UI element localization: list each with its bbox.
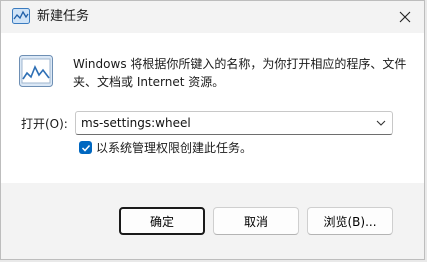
open-combobox[interactable] [75, 111, 393, 135]
new-task-dialog: 新建任务 Windows 将根据你所键入的名称，为你打开相应的程序、文件夹、文档… [0, 0, 425, 260]
ok-button[interactable]: 确定 [119, 207, 205, 235]
admin-checkbox[interactable] [79, 141, 92, 154]
dialog-description: Windows 将根据你所键入的名称，为你打开相应的程序、文件夹、文档或 Int… [73, 57, 407, 89]
dialog-content: Windows 将根据你所键入的名称，为你打开相应的程序、文件夹、文档或 Int… [1, 33, 424, 183]
run-program-icon [19, 55, 53, 87]
close-button[interactable] [392, 5, 418, 29]
chevron-down-icon[interactable] [374, 116, 388, 130]
admin-checkbox-label[interactable]: 以系统管理权限创建此任务。 [96, 140, 252, 156]
open-input[interactable] [76, 112, 371, 134]
open-label: 打开(O): [21, 117, 68, 131]
cancel-button[interactable]: 取消 [213, 207, 299, 235]
button-bar: 确定 取消 浏览(B)... [1, 183, 424, 259]
task-manager-icon [12, 8, 30, 24]
checkmark-icon [81, 144, 90, 152]
title-bar: 新建任务 [1, 1, 424, 33]
browse-button[interactable]: 浏览(B)... [307, 207, 393, 235]
dialog-title: 新建任务 [37, 9, 90, 24]
close-icon [399, 11, 411, 23]
